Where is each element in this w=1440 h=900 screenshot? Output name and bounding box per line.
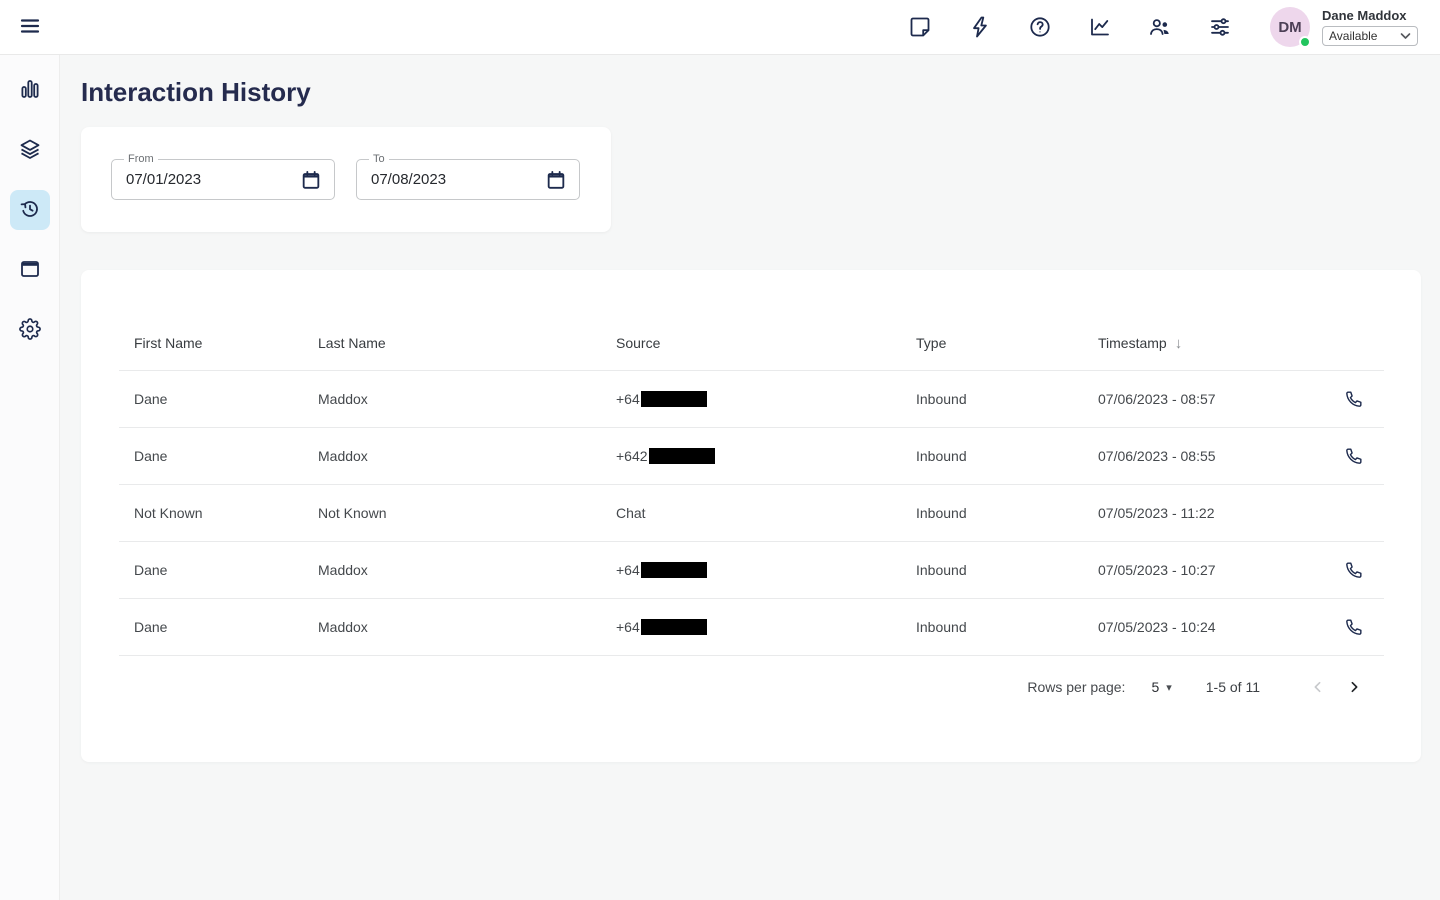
cell-first-name: Dane: [134, 562, 318, 578]
source-redaction: [641, 619, 707, 635]
table-row[interactable]: Dane Maddox +642 Inbound 07/06/2023 - 08…: [119, 428, 1384, 485]
source-text: +64: [616, 562, 640, 578]
cell-source: Chat: [616, 505, 916, 521]
sidebar-item-dashboard[interactable]: [10, 70, 50, 110]
column-header-timestamp[interactable]: Timestamp ↓: [1098, 335, 1344, 352]
source-text: +642: [616, 448, 648, 464]
column-header-last-name[interactable]: Last Name: [318, 335, 616, 351]
phone-icon[interactable]: [1344, 446, 1364, 466]
cell-timestamp: 07/06/2023 - 08:57: [1098, 391, 1344, 407]
column-header-type[interactable]: Type: [916, 335, 1098, 351]
page-title: Interaction History: [81, 77, 1440, 108]
from-date-field[interactable]: From 07/01/2023: [111, 159, 335, 200]
note-icon[interactable]: [908, 15, 932, 39]
user-info: Dane Maddox Available: [1322, 8, 1418, 46]
status-select[interactable]: Available: [1322, 26, 1418, 46]
cell-source: +642: [616, 448, 916, 464]
cell-timestamp: 07/06/2023 - 08:55: [1098, 448, 1344, 464]
source-text: Chat: [616, 505, 646, 521]
sidebar-item-browser[interactable]: [10, 250, 50, 290]
table-row[interactable]: Dane Maddox +64 Inbound 07/06/2023 - 08:…: [119, 371, 1384, 428]
cell-first-name: Dane: [134, 391, 318, 407]
table-row[interactable]: Dane Maddox +64 Inbound 07/05/2023 - 10:…: [119, 542, 1384, 599]
contacts-icon[interactable]: [1148, 15, 1172, 39]
cell-first-name: Dane: [134, 619, 318, 635]
cell-type: Inbound: [916, 505, 1098, 521]
phone-icon[interactable]: [1344, 560, 1364, 580]
topbar: DM Dane Maddox Available: [0, 0, 1440, 55]
cell-last-name: Maddox: [318, 391, 616, 407]
cell-source: +64: [616, 391, 916, 407]
column-header-source[interactable]: Source: [616, 335, 916, 351]
cell-last-name: Not Known: [318, 505, 616, 521]
table-header-row: First Name Last Name Source Type Timesta…: [119, 316, 1384, 371]
cell-first-name: Dane: [134, 448, 318, 464]
date-filter-card: From 07/01/2023 To 07/08/2023: [81, 127, 611, 232]
pagination: Rows per page: 5 ▾ 1-5 of 11: [119, 656, 1384, 718]
status-value: Available: [1329, 29, 1377, 43]
sidebar: [0, 55, 60, 900]
gear-icon: [19, 318, 41, 343]
from-date-value: 07/01/2023: [126, 160, 201, 199]
source-redaction: [641, 391, 707, 407]
interactions-table-card: First Name Last Name Source Type Timesta…: [81, 270, 1421, 762]
previous-page-button[interactable]: [1304, 673, 1332, 701]
sliders-icon[interactable]: [1208, 15, 1232, 39]
topbar-actions: DM Dane Maddox Available: [872, 7, 1440, 47]
source-text: +64: [616, 391, 640, 407]
user-name: Dane Maddox: [1322, 8, 1418, 23]
next-page-button[interactable]: [1340, 673, 1368, 701]
hamburger-menu-button[interactable]: [18, 15, 42, 39]
sort-desc-icon[interactable]: ↓: [1175, 335, 1183, 352]
table-row[interactable]: Dane Maddox +64 Inbound 07/05/2023 - 10:…: [119, 599, 1384, 656]
caret-down-icon: ▾: [1166, 681, 1172, 694]
pagination-range: 1-5 of 11: [1206, 679, 1260, 695]
layers-icon: [18, 137, 42, 164]
lightning-icon[interactable]: [968, 15, 992, 39]
main-content: Interaction History From 07/01/2023 To 0…: [61, 56, 1440, 900]
history-icon: [18, 197, 42, 224]
rows-per-page-select[interactable]: 5 ▾: [1151, 679, 1171, 695]
cell-last-name: Maddox: [318, 562, 616, 578]
cell-source: +64: [616, 619, 916, 635]
avatar-initials: DM: [1278, 19, 1301, 36]
help-icon[interactable]: [1028, 15, 1052, 39]
source-redaction: [649, 448, 715, 464]
phone-icon[interactable]: [1344, 617, 1364, 637]
rows-per-page-label: Rows per page:: [1027, 679, 1125, 695]
phone-icon[interactable]: [1344, 389, 1364, 409]
bar-chart-icon: [18, 77, 42, 104]
calendar-icon[interactable]: [545, 169, 567, 191]
cell-type: Inbound: [916, 562, 1098, 578]
to-date-field[interactable]: To 07/08/2023: [356, 159, 580, 200]
cell-last-name: Maddox: [318, 448, 616, 464]
source-text: +64: [616, 619, 640, 635]
analytics-icon[interactable]: [1088, 15, 1112, 39]
cell-timestamp: 07/05/2023 - 11:22: [1098, 505, 1344, 521]
window-icon: [18, 257, 42, 284]
cell-first-name: Not Known: [134, 505, 318, 521]
sidebar-item-settings[interactable]: [10, 310, 50, 350]
calendar-icon[interactable]: [300, 169, 322, 191]
cell-timestamp: 07/05/2023 - 10:24: [1098, 619, 1344, 635]
chevron-down-icon: [1400, 29, 1411, 43]
presence-dot: [1299, 36, 1311, 48]
cell-source: +64: [616, 562, 916, 578]
avatar[interactable]: DM: [1270, 7, 1310, 47]
table-row[interactable]: Not Known Not Known Chat Inbound 07/05/2…: [119, 485, 1384, 542]
table-body: Dane Maddox +64 Inbound 07/06/2023 - 08:…: [119, 371, 1384, 656]
cell-last-name: Maddox: [318, 619, 616, 635]
cell-type: Inbound: [916, 448, 1098, 464]
source-redaction: [641, 562, 707, 578]
sidebar-item-queues[interactable]: [10, 130, 50, 170]
cell-type: Inbound: [916, 391, 1098, 407]
cell-type: Inbound: [916, 619, 1098, 635]
column-header-first-name[interactable]: First Name: [134, 335, 318, 351]
cell-timestamp: 07/05/2023 - 10:27: [1098, 562, 1344, 578]
sidebar-item-history[interactable]: [10, 190, 50, 230]
to-date-value: 07/08/2023: [371, 160, 446, 199]
hamburger-icon: [18, 14, 42, 41]
